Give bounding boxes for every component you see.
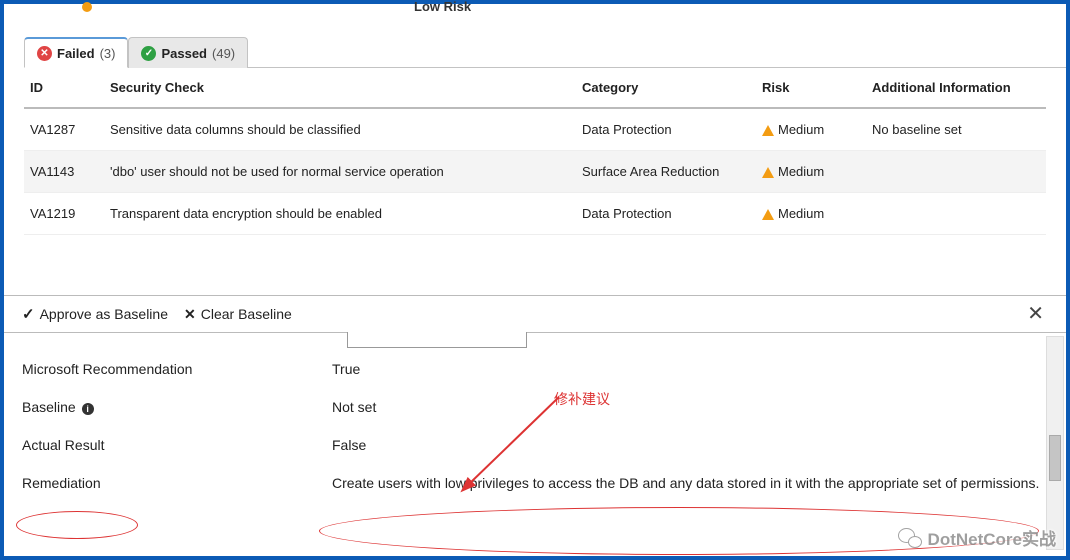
cell-category: Data Protection bbox=[576, 108, 756, 151]
warning-icon bbox=[762, 167, 774, 178]
risk-dot-orange bbox=[82, 2, 92, 12]
passed-icon: ✓ bbox=[141, 46, 156, 61]
remediation-label: Remediation bbox=[22, 475, 332, 491]
cell-additional bbox=[866, 151, 1046, 193]
details-panel: Microsoft Recommendation True Baseline i… bbox=[4, 333, 1066, 558]
failed-icon: ✕ bbox=[37, 46, 52, 61]
cell-check: 'dbo' user should not be used for normal… bbox=[104, 151, 576, 193]
tab-failed-count: (3) bbox=[100, 46, 116, 61]
details-toolbar: Approve as Baseline Clear Baseline ✕ bbox=[4, 295, 1066, 333]
detail-row-remediation: Remediation Create users with low privil… bbox=[22, 475, 1048, 491]
clear-baseline-button[interactable]: Clear Baseline bbox=[184, 306, 292, 323]
app-window: Low Risk ✕ Failed (3) ✓ Passed (49) ID S… bbox=[0, 0, 1070, 560]
baseline-value: Not set bbox=[332, 399, 1048, 415]
tab-failed[interactable]: ✕ Failed (3) bbox=[24, 37, 128, 68]
col-risk[interactable]: Risk bbox=[756, 68, 866, 108]
annotation-circle-value bbox=[319, 507, 1039, 555]
actual-label: Actual Result bbox=[22, 437, 332, 453]
tab-passed-count: (49) bbox=[212, 46, 235, 61]
findings-table: ID Security Check Category Risk Addition… bbox=[24, 68, 1046, 235]
clear-icon bbox=[184, 306, 196, 323]
cell-id: VA1143 bbox=[24, 151, 104, 193]
cell-check: Sensitive data columns should be classif… bbox=[104, 108, 576, 151]
tab-passed[interactable]: ✓ Passed (49) bbox=[128, 37, 248, 68]
cell-id: VA1287 bbox=[24, 108, 104, 151]
scrollbar[interactable] bbox=[1046, 336, 1064, 550]
cell-additional bbox=[866, 193, 1046, 235]
warning-icon bbox=[762, 125, 774, 136]
detail-row-baseline: Baseline i Not set bbox=[22, 399, 1048, 415]
findings-table-wrap: ID Security Check Category Risk Addition… bbox=[24, 68, 1046, 235]
actual-value: False bbox=[332, 437, 1048, 453]
table-header-row: ID Security Check Category Risk Addition… bbox=[24, 68, 1046, 108]
col-additional[interactable]: Additional Information bbox=[866, 68, 1046, 108]
annotation-circle-label bbox=[16, 511, 138, 539]
table-row[interactable]: VA1287 Sensitive data columns should be … bbox=[24, 108, 1046, 151]
scrollbar-thumb[interactable] bbox=[1049, 435, 1061, 481]
tab-passed-label: Passed bbox=[161, 46, 207, 61]
cell-check: Transparent data encryption should be en… bbox=[104, 193, 576, 235]
col-category[interactable]: Category bbox=[576, 68, 756, 108]
remediation-value: Create users with low privileges to acce… bbox=[332, 475, 1048, 491]
baseline-label: Baseline i bbox=[22, 399, 332, 415]
cell-risk: Medium bbox=[756, 193, 866, 235]
close-details-button[interactable]: ✕ bbox=[1023, 304, 1048, 324]
col-id[interactable]: ID bbox=[24, 68, 104, 108]
ms-rec-label: Microsoft Recommendation bbox=[22, 361, 332, 377]
ms-rec-value: True bbox=[332, 361, 1048, 377]
check-icon bbox=[22, 305, 35, 323]
warning-icon bbox=[762, 209, 774, 220]
approve-baseline-button[interactable]: Approve as Baseline bbox=[22, 305, 168, 323]
result-tabs: ✕ Failed (3) ✓ Passed (49) bbox=[24, 36, 1066, 68]
cell-category: Data Protection bbox=[576, 193, 756, 235]
clear-label: Clear Baseline bbox=[201, 306, 292, 322]
cell-id: VA1219 bbox=[24, 193, 104, 235]
annotation-text: 修补建议 bbox=[554, 389, 610, 409]
table-row[interactable]: VA1219 Transparent data encryption shoul… bbox=[24, 193, 1046, 235]
detail-row-actual: Actual Result False bbox=[22, 437, 1048, 453]
detail-row-ms-rec: Microsoft Recommendation True bbox=[22, 361, 1048, 377]
cell-risk: Medium bbox=[756, 108, 866, 151]
col-check[interactable]: Security Check bbox=[104, 68, 576, 108]
low-risk-label: Low Risk bbox=[414, 0, 471, 14]
cell-risk: Medium bbox=[756, 151, 866, 193]
top-cropped-fragment: Low Risk bbox=[4, 4, 1066, 12]
cell-category: Surface Area Reduction bbox=[576, 151, 756, 193]
info-icon[interactable]: i bbox=[82, 403, 94, 415]
approve-label: Approve as Baseline bbox=[40, 306, 168, 322]
cell-additional: No baseline set bbox=[866, 108, 1046, 151]
table-row[interactable]: VA1143 'dbo' user should not be used for… bbox=[24, 151, 1046, 193]
tab-failed-label: Failed bbox=[57, 46, 95, 61]
